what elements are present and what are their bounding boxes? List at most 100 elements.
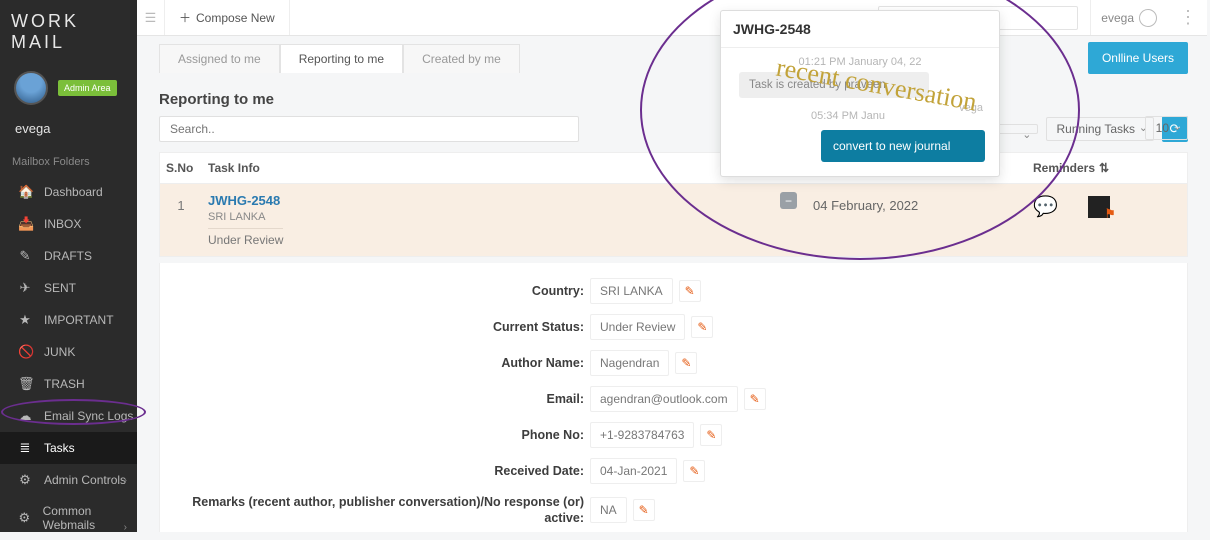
online-users-button[interactable]: Onlline Users: [1088, 42, 1188, 74]
search-input[interactable]: [159, 116, 579, 142]
sidebar-item-emailsync[interactable]: ☁Email Sync Logs: [0, 400, 137, 432]
cell-icons: 💬: [1027, 184, 1187, 229]
value-country: SRI LANKA: [590, 278, 673, 304]
label-received: Received Date:: [160, 464, 590, 478]
top-user[interactable]: evega: [1090, 0, 1167, 35]
tab-reporting[interactable]: Reporting to me: [280, 44, 403, 73]
folders-label: Mailbox Folders: [0, 146, 137, 176]
chevron-right-icon: ›: [124, 475, 127, 486]
reminder-calendar-icon[interactable]: [1088, 196, 1110, 218]
compose-button[interactable]: ＋ Compose New: [165, 0, 290, 35]
edit-country-button[interactable]: ✎: [679, 280, 701, 302]
popover-time-2: 05:34 PM Janu: [811, 110, 885, 122]
hamburger-button[interactable]: ☰: [137, 0, 165, 35]
sidebar-item-sent[interactable]: ✈ SENT: [0, 272, 137, 304]
task-id-link[interactable]: JWHG-2548: [208, 193, 801, 208]
sidebar-item-dashboard[interactable]: 🏠 Dashboard: [0, 176, 137, 208]
sort-icon: ⇅: [1099, 161, 1109, 175]
ban-icon: 🚫: [18, 344, 32, 360]
cell-sno: 1: [160, 184, 202, 227]
topbar: ☰ ＋ Compose New evega ⋮: [137, 0, 1207, 36]
table-row[interactable]: 1 JWHG-2548 SRI LANKA Under Review − 04 …: [159, 184, 1188, 257]
popover-sender-name: vega: [959, 102, 983, 114]
label-status: Current Status:: [160, 320, 590, 334]
sidebar: WORK MAIL Admin Area evega Mailbox Folde…: [0, 0, 137, 532]
edit-phone-button[interactable]: ✎: [700, 424, 722, 446]
sidebar-item-label: SENT: [44, 281, 76, 295]
value-remarks: NA: [590, 497, 627, 523]
collapse-button[interactable]: −: [780, 192, 797, 209]
cloud-icon: ☁: [18, 408, 32, 424]
chevron-right-icon: ›: [124, 522, 127, 533]
task-country: SRI LANKA: [208, 211, 801, 223]
sidebar-item-admin[interactable]: ⚙ Admin Controls›: [0, 464, 137, 496]
col-sno: S.No: [160, 153, 202, 183]
user-icon: [1139, 9, 1157, 27]
sidebar-item-tasks[interactable]: ≣ Tasks: [0, 432, 137, 464]
kebab-menu[interactable]: ⋮: [1179, 7, 1197, 28]
sidebar-item-drafts[interactable]: ✎ DRAFTS: [0, 240, 137, 272]
inbox-icon: 📥: [18, 216, 32, 232]
sidebar-item-label: IMPORTANT: [44, 313, 114, 327]
edit-author-button[interactable]: ✎: [675, 352, 697, 374]
avatar[interactable]: [14, 71, 48, 105]
plus-icon: ＋: [179, 9, 191, 26]
col-task-info: Task Info: [202, 153, 807, 183]
admin-area-badge[interactable]: Admin Area: [58, 80, 117, 96]
cell-deadline: 04 February, 2022: [807, 184, 1027, 227]
sidebar-item-label: JUNK: [44, 345, 75, 359]
sidebar-item-important[interactable]: ★ IMPORTANT: [0, 304, 137, 336]
sidebar-item-inbox[interactable]: 📥 INBOX: [0, 208, 137, 240]
label-author: Author Name:: [160, 356, 590, 370]
conversation-popover: JWHG-2548 01:21 PM January 04, 22 Task i…: [720, 10, 1000, 177]
label-country: Country:: [160, 284, 590, 298]
sidebar-item-label: Tasks: [44, 441, 75, 455]
sidebar-item-label: Admin Controls: [44, 473, 126, 487]
value-email: agendran@outlook.com: [590, 386, 738, 412]
chat-icon[interactable]: 💬: [1033, 194, 1058, 219]
sidebar-username: evega: [0, 105, 137, 146]
content: Assigned to me Reporting to me Created b…: [137, 36, 1210, 532]
edit-remarks-button[interactable]: ✎: [633, 499, 655, 521]
edit-status-button[interactable]: ✎: [691, 316, 713, 338]
edit-received-button[interactable]: ✎: [683, 460, 705, 482]
popover-bubble-right[interactable]: convert to new journal: [821, 130, 985, 162]
tabs: Assigned to me Reporting to me Created b…: [159, 44, 1188, 73]
tasks-icon: ≣: [18, 440, 32, 456]
label-phone: Phone No:: [160, 428, 590, 442]
label-email: Email:: [160, 392, 590, 406]
tab-created[interactable]: Created by me: [403, 44, 520, 73]
star-icon: ★: [18, 312, 32, 328]
filter-dropdown-running[interactable]: Running Tasks: [1046, 117, 1155, 141]
home-icon: 🏠: [18, 184, 32, 200]
sidebar-item-label: Dashboard: [44, 185, 103, 199]
label-remarks: Remarks (recent author, publisher conver…: [160, 494, 590, 527]
popover-title: JWHG-2548: [721, 11, 999, 48]
col-reminders-label: Reminders: [1033, 161, 1095, 175]
sidebar-item-label: INBOX: [44, 217, 81, 231]
value-phone: +1-9283784763: [590, 422, 694, 448]
value-received: 04-Jan-2021: [590, 458, 677, 484]
sidebar-item-label: DRAFTS: [44, 249, 92, 263]
table-header: S.No Task Info Deadline Date ⇅ 38 Remind…: [159, 152, 1188, 184]
page-size-dropdown[interactable]: 10: [1145, 116, 1188, 140]
paper-plane-icon: ✈: [18, 280, 32, 296]
page-title: Reporting to me: [159, 91, 1188, 108]
popover-bubble-left: Task is created by praveen: [739, 72, 929, 98]
sidebar-item-webmails[interactable]: ⚙Common Webmails›: [0, 496, 137, 540]
tab-assigned[interactable]: Assigned to me: [159, 44, 280, 73]
pencil-icon: ✎: [18, 248, 32, 264]
sidebar-item-label: TRASH: [44, 377, 85, 391]
edit-email-button[interactable]: ✎: [744, 388, 766, 410]
col-reminders[interactable]: Reminders ⇅: [1027, 153, 1187, 183]
gear-icon: ⚙: [18, 472, 32, 488]
sidebar-item-junk[interactable]: 🚫 JUNK: [0, 336, 137, 368]
compose-label: Compose New: [196, 11, 275, 25]
avatar-row: Admin Area: [0, 63, 137, 105]
value-status: Under Review: [590, 314, 685, 340]
gear-icon: ⚙: [18, 510, 31, 526]
brand-title: WORK MAIL: [0, 0, 137, 63]
cell-info: JWHG-2548 SRI LANKA Under Review −: [202, 184, 807, 256]
sidebar-item-trash[interactable]: 🗑TRASH: [0, 368, 137, 400]
task-details: Country:SRI LANKA ✎ Current Status:Under …: [159, 263, 1188, 532]
